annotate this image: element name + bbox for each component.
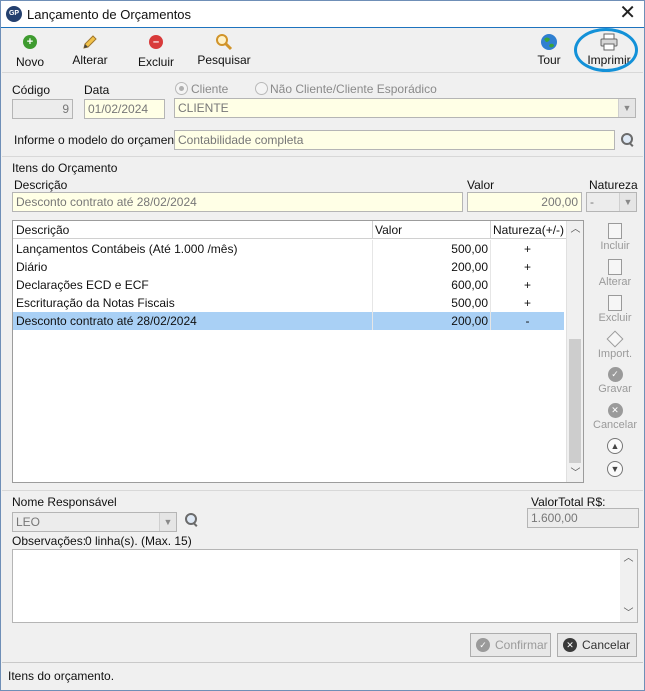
cancelar-item-button[interactable]: ✕ Cancelar xyxy=(593,403,637,431)
gravar-button[interactable]: ✓ Gravar xyxy=(593,367,637,395)
window: GP Lançamento de Orçamentos ✕ + Novo Alt… xyxy=(0,0,645,691)
cliente-select-value: CLIENTE xyxy=(178,101,229,115)
title-bar: GP Lançamento de Orçamentos ✕ xyxy=(1,1,644,28)
cliente-radio[interactable] xyxy=(175,82,188,95)
header-divider xyxy=(2,156,643,157)
table-row[interactable]: Lançamentos Contábeis (Até 1.000 /mês) 5… xyxy=(13,240,564,258)
window-title: Lançamento de Orçamentos xyxy=(27,7,192,22)
item-descricao-label: Descrição xyxy=(14,178,68,192)
move-down-icon[interactable]: ▼ xyxy=(607,461,623,477)
cliente-radio-label: Cliente xyxy=(191,82,229,96)
move-up-icon[interactable]: ▲ xyxy=(607,438,623,454)
excluir-button[interactable]: – Excluir xyxy=(135,33,177,69)
scroll-down-icon[interactable]: ﹀ xyxy=(567,465,584,482)
responsavel-select[interactable]: LEO ▼ xyxy=(12,512,177,532)
check-circle-icon: ✓ xyxy=(476,638,490,652)
app-logo-icon: GP xyxy=(6,6,22,22)
observacoes-info: 0 linha(s). (Max. 15) xyxy=(85,534,192,548)
pesquisar-button[interactable]: Pesquisar xyxy=(195,33,253,67)
importar-button[interactable]: Import. xyxy=(593,330,637,360)
codigo-field[interactable]: 9 xyxy=(12,99,73,119)
grid-header: Descrição Valor Natureza(+/-) xyxy=(13,221,566,239)
printer-icon xyxy=(583,33,635,51)
memo-scrollbar[interactable]: ︿ ﹀ xyxy=(620,550,637,622)
nao-cliente-radio-label: Não Cliente/Cliente Esporádico xyxy=(270,82,437,96)
table-row[interactable]: Diário 200,00 + xyxy=(13,258,564,276)
modelo-search-icon[interactable] xyxy=(620,132,636,148)
grid-col-valor[interactable]: Valor xyxy=(375,223,402,237)
scroll-up-icon[interactable]: ︿ xyxy=(567,221,584,238)
chevron-down-icon[interactable]: ▼ xyxy=(618,99,635,117)
confirmar-button[interactable]: ✓ Confirmar xyxy=(470,633,551,657)
cliente-select[interactable]: CLIENTE ▼ xyxy=(174,98,636,118)
modelo-field[interactable]: Contabilidade completa xyxy=(174,130,615,150)
item-valor-label: Valor xyxy=(467,178,495,192)
x-circle-icon: ✕ xyxy=(607,403,623,418)
modelo-label: Informe o modelo do orçamento: xyxy=(14,133,188,147)
magnifier-icon xyxy=(195,33,253,51)
itens-section-title: Itens do Orçamento xyxy=(12,161,118,175)
pencil-icon xyxy=(68,33,112,51)
imprimir-button[interactable]: Imprimir xyxy=(583,33,635,67)
scroll-up-icon[interactable]: ︿ xyxy=(620,550,637,567)
toolbar-divider xyxy=(2,72,643,73)
x-circle-icon: ✕ xyxy=(563,638,577,652)
alterar-button[interactable]: Alterar xyxy=(68,33,112,67)
incluir-button[interactable]: Incluir xyxy=(593,223,637,252)
novo-button[interactable]: + Novo xyxy=(9,33,51,69)
item-valor-field[interactable]: 200,00 xyxy=(467,192,582,212)
grid-divider xyxy=(2,490,643,491)
document-add-icon xyxy=(608,223,622,239)
grid-col-descricao[interactable]: Descrição xyxy=(16,223,69,237)
chevron-down-icon[interactable]: ▼ xyxy=(159,513,176,531)
grid-scrollbar[interactable]: ︿ ﹀ xyxy=(566,221,583,482)
alterar-item-button[interactable]: Alterar xyxy=(593,259,637,288)
status-text: Itens do orçamento. xyxy=(8,669,115,683)
check-circle-icon: ✓ xyxy=(607,367,623,382)
cancelar-button[interactable]: ✕ Cancelar xyxy=(557,633,637,657)
observacoes-textarea[interactable]: ︿ ﹀ xyxy=(12,549,638,623)
item-natureza-value: - xyxy=(590,195,594,209)
close-icon[interactable]: ✕ xyxy=(619,3,636,23)
globe-icon xyxy=(532,33,566,51)
document-edit-icon xyxy=(608,259,622,275)
table-row[interactable]: Escrituração da Notas Fiscais 500,00 + xyxy=(13,294,564,312)
import-icon xyxy=(606,330,624,348)
data-field[interactable]: 01/02/2024 xyxy=(84,99,165,119)
codigo-label: Código xyxy=(12,83,51,97)
item-natureza-select[interactable]: - ▼ xyxy=(586,192,637,212)
responsavel-label: Nome Responsável xyxy=(12,495,117,509)
grid-col-natureza[interactable]: Natureza(+/-) xyxy=(493,223,564,237)
excluir-item-button[interactable]: Excluir xyxy=(593,295,637,324)
item-natureza-label: Natureza xyxy=(589,178,638,192)
nao-cliente-radio[interactable] xyxy=(255,82,268,95)
toolbar: + Novo Alterar – Excluir Pesquisar Tour xyxy=(2,29,643,71)
minus-circle-icon: – xyxy=(135,35,177,53)
valor-total-field: 1.600,00 xyxy=(527,508,639,528)
item-descricao-field[interactable]: Desconto contrato até 28/02/2024 xyxy=(12,192,463,212)
plus-circle-icon: + xyxy=(9,35,51,53)
scroll-down-icon[interactable]: ﹀ xyxy=(620,605,637,622)
scrollbar-thumb[interactable] xyxy=(569,339,581,463)
tour-button[interactable]: Tour xyxy=(532,33,566,67)
observacoes-label: Observações: xyxy=(12,534,87,548)
itens-grid[interactable]: Descrição Valor Natureza(+/-) Lançamento… xyxy=(12,220,584,483)
table-row-selected[interactable]: Desconto contrato até 28/02/2024 200,00 … xyxy=(13,312,564,330)
chevron-down-icon[interactable]: ▼ xyxy=(619,193,636,211)
table-row[interactable]: Declarações ECD e ECF 600,00 + xyxy=(13,276,564,294)
data-label: Data xyxy=(84,83,110,97)
document-delete-icon xyxy=(608,295,622,311)
status-bar: Itens do orçamento. xyxy=(2,662,643,690)
responsavel-search-icon[interactable] xyxy=(184,512,200,528)
responsavel-value: LEO xyxy=(16,515,41,529)
valor-total-label: ValorTotal R$: xyxy=(531,495,606,509)
